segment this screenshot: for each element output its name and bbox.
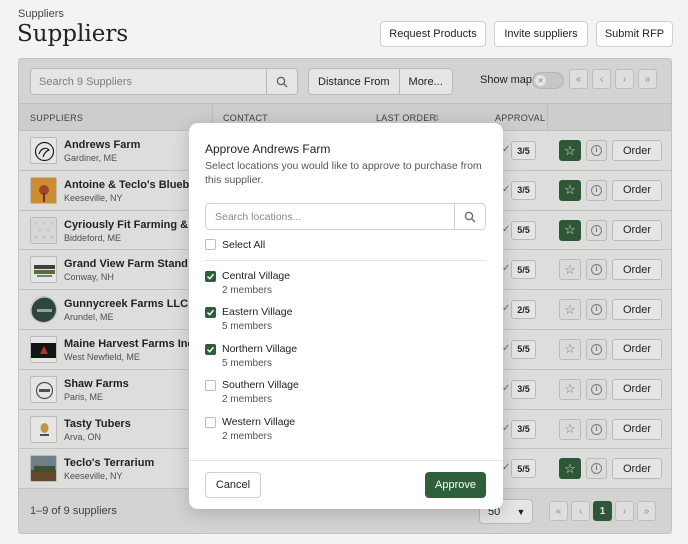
- location-checkbox-northern[interactable]: [205, 344, 216, 355]
- location-name[interactable]: Northern Village: [222, 343, 297, 355]
- check-icon: [206, 346, 215, 353]
- location-members: 2 members: [222, 431, 273, 442]
- request-products-button[interactable]: Request Products: [380, 21, 486, 47]
- location-checkbox-southern[interactable]: [205, 380, 216, 391]
- modal-title: Approve Andrews Farm: [205, 142, 331, 156]
- select-all-label[interactable]: Select All: [222, 239, 265, 251]
- invite-suppliers-button[interactable]: Invite suppliers: [494, 21, 588, 47]
- location-members: 5 members: [222, 358, 273, 369]
- location-members: 5 members: [222, 321, 273, 332]
- location-members: 2 members: [222, 285, 273, 296]
- check-icon: [206, 273, 215, 280]
- location-search[interactable]: Search locations...: [205, 203, 486, 230]
- check-icon: [206, 309, 215, 316]
- page-title: Suppliers: [17, 21, 129, 47]
- location-search-input[interactable]: Search locations...: [206, 204, 454, 229]
- modal-description: Select locations you would like to appro…: [205, 160, 482, 186]
- location-members: 2 members: [222, 394, 273, 405]
- location-checkbox-western[interactable]: [205, 417, 216, 428]
- cancel-button[interactable]: Cancel: [205, 472, 261, 498]
- approve-modal: Approve Andrews Farm Select locations yo…: [189, 123, 503, 509]
- location-name[interactable]: Western Village: [222, 416, 295, 428]
- submit-rfp-button[interactable]: Submit RFP: [596, 21, 673, 47]
- search-icon: [464, 211, 476, 222]
- location-search-button[interactable]: [454, 204, 485, 229]
- select-all-checkbox[interactable]: [205, 239, 216, 250]
- divider: [205, 260, 486, 261]
- location-name[interactable]: Eastern Village: [222, 306, 292, 318]
- breadcrumb[interactable]: Suppliers: [18, 8, 64, 20]
- location-name[interactable]: Central Village: [222, 270, 290, 282]
- location-checkbox-central[interactable]: [205, 271, 216, 282]
- location-checkbox-eastern[interactable]: [205, 307, 216, 318]
- divider: [189, 460, 503, 461]
- approve-button[interactable]: Approve: [425, 472, 486, 498]
- location-name[interactable]: Southern Village: [222, 379, 299, 391]
